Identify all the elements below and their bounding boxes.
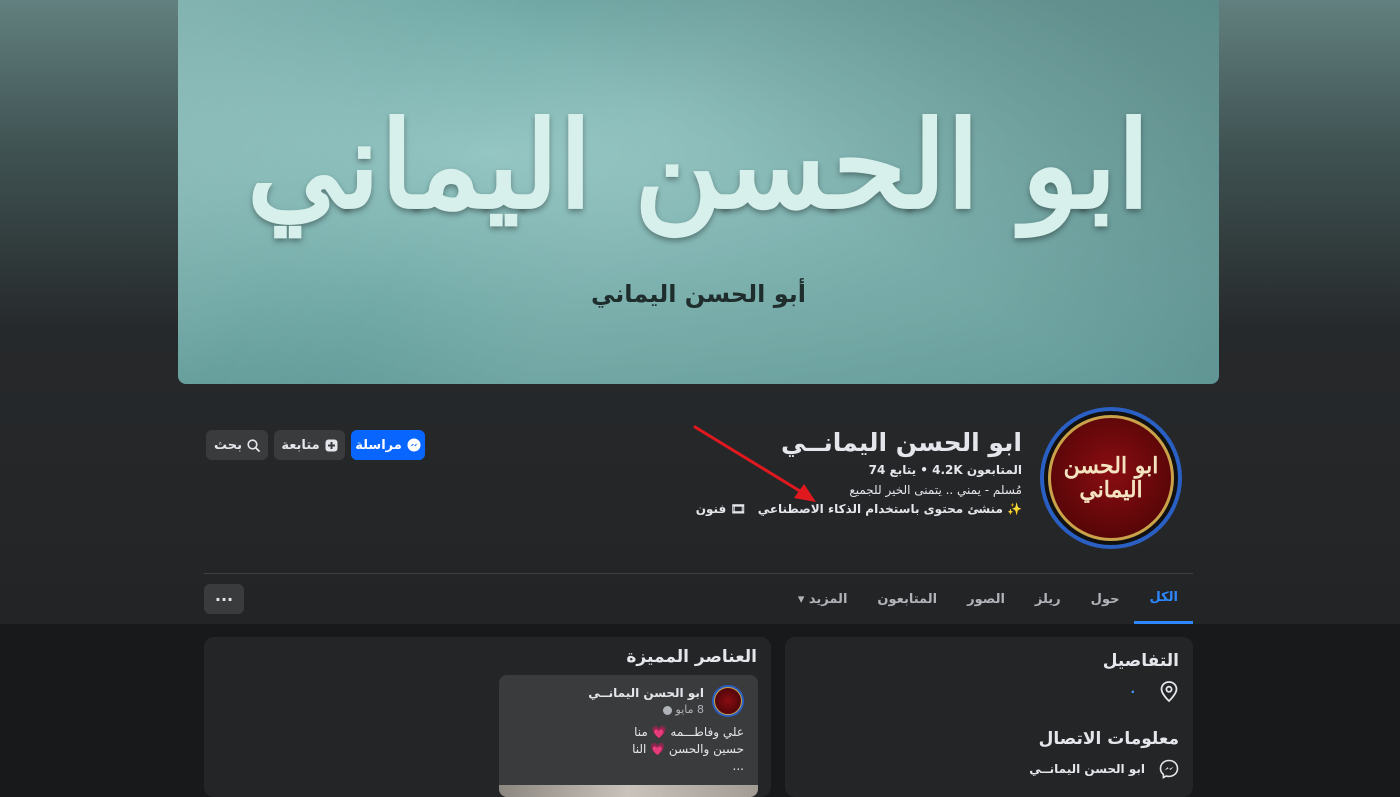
tab-more-dropdown[interactable]: المزيد ▾: [783, 574, 863, 624]
follower-stats[interactable]: المتابعون 4.2K • يتابع 74: [869, 463, 1022, 477]
search-button[interactable]: بحث: [206, 430, 268, 460]
post-text: علي وفاطـــمه 💗 منا حسين والحسن 💗 النا .…: [514, 724, 744, 775]
post-image[interactable]: [499, 785, 758, 797]
post-text-line-3: ...: [732, 759, 744, 773]
follow-button[interactable]: متابعة: [274, 430, 345, 460]
cover-calligraphy-title: ابو الحسن اليماني: [246, 95, 1151, 236]
post-author-avatar[interactable]: [712, 685, 744, 717]
featured-post[interactable]: ابو الحسن اليمانــي 8 مايو علي وفاطـــمه…: [499, 675, 758, 797]
post-text-line-1: علي وفاطـــمه 💗 منا: [634, 725, 744, 739]
profile-tabs: الكل حول ريلز الصور المتابعون المزيد ▾: [783, 574, 1193, 624]
cover-subtitle: أبو الحسن اليماني: [591, 280, 806, 308]
tab-about[interactable]: حول: [1076, 574, 1135, 624]
message-button[interactable]: مراسلة: [351, 430, 425, 460]
contact-info-title: معلومات الاتصال: [1038, 729, 1179, 749]
message-button-label: مراسلة: [355, 437, 402, 453]
details-card: التفاصيل · معلومات الاتصال ابو الحسن الي…: [785, 637, 1193, 797]
post-date[interactable]: 8 مايو: [663, 703, 704, 716]
messenger-contact-name[interactable]: ابو الحسن اليمانــي: [1029, 762, 1145, 776]
tab-photos[interactable]: الصور: [952, 574, 1020, 624]
post-author-name[interactable]: ابو الحسن اليمانــي: [588, 686, 704, 700]
messenger-outline-icon: [1159, 759, 1179, 779]
avatar-ring: ابو الحسن اليماني: [1044, 411, 1178, 545]
profile-avatar[interactable]: ابو الحسن اليماني: [1040, 407, 1182, 549]
cover-photo[interactable]: ابو الحسن اليماني أبو الحسن اليماني: [178, 0, 1219, 384]
featured-title: العناصر المميزة: [626, 647, 757, 667]
globe-icon: [663, 705, 673, 715]
more-options-button[interactable]: ···: [204, 584, 244, 614]
location-value[interactable]: ·: [1130, 685, 1145, 699]
post-date-text: 8 مايو: [675, 703, 704, 716]
profile-bio: مُسلم - يمني .. يتمنى الخير للجميع: [849, 483, 1022, 497]
post-text-line-2: حسين والحسن 💗 النا: [632, 742, 744, 756]
tab-all[interactable]: الكل: [1134, 574, 1193, 624]
messenger-icon: [407, 438, 421, 452]
location-pin-icon: [1160, 681, 1178, 703]
search-button-label: بحث: [214, 437, 243, 453]
tab-reels[interactable]: ريلز: [1020, 574, 1076, 624]
follow-icon: [325, 439, 338, 451]
details-title: التفاصيل: [1102, 651, 1179, 671]
follow-button-label: متابعة: [281, 437, 320, 453]
red-arrow-annotation: [693, 425, 816, 502]
location-row[interactable]: ·: [1130, 681, 1179, 703]
tab-followers[interactable]: المتابعون: [862, 574, 952, 624]
search-icon: [247, 438, 260, 452]
avatar-logo: ابو الحسن اليماني: [1048, 415, 1174, 541]
messenger-contact-row[interactable]: ابو الحسن اليمانــي: [1029, 759, 1179, 779]
